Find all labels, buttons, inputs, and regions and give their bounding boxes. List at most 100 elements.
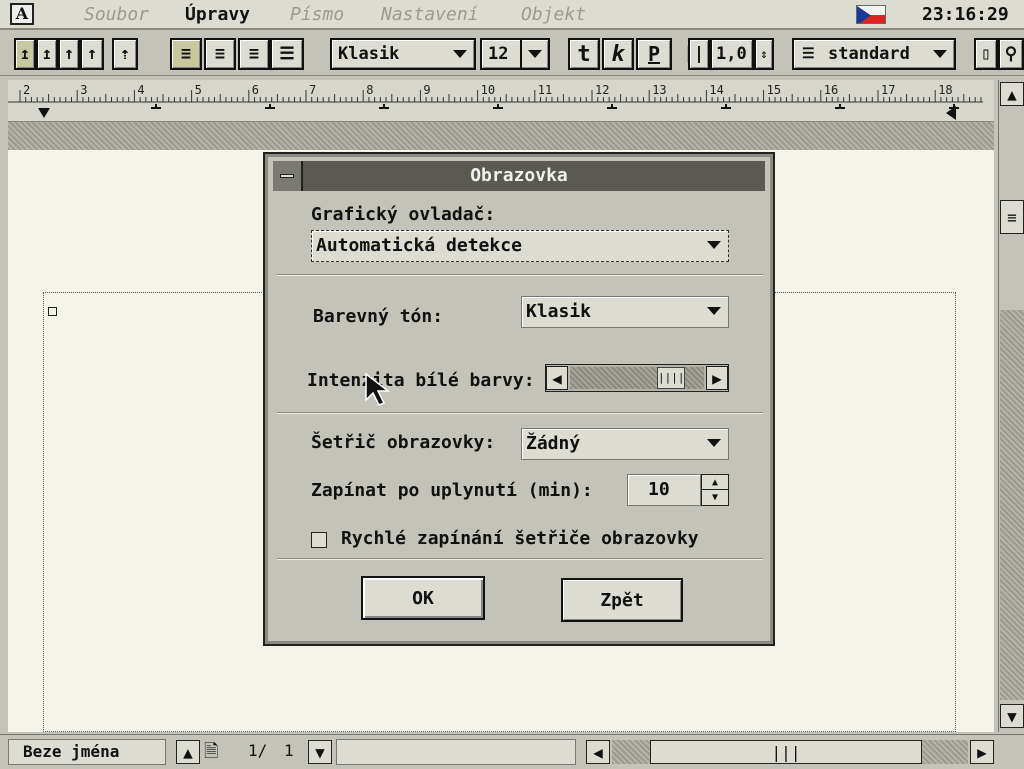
graphics-driver-select[interactable]: Automatická detekce <box>311 230 729 262</box>
page-up-icon[interactable]: ▲ <box>176 740 200 764</box>
paragraph-top-icon[interactable]: ⇡ <box>112 38 138 70</box>
page-margin-area <box>8 122 994 150</box>
zoom-icon[interactable]: ⚲ <box>998 38 1024 70</box>
align-center-icon[interactable]: ≡ <box>204 38 236 70</box>
ruler-number: 3 <box>80 83 87 97</box>
font-name-select[interactable]: Klasik <box>330 38 476 70</box>
delay-stepper[interactable]: ▲ ▼ <box>701 474 729 506</box>
ruler-number: 8 <box>366 83 373 97</box>
back-button[interactable]: Zpět <box>561 578 683 622</box>
slider-track[interactable]: |||| <box>570 367 704 389</box>
scroll-down-icon[interactable]: ▼ <box>1000 704 1024 728</box>
font-size-select[interactable]: 12 <box>480 38 550 70</box>
menu-soubor[interactable]: Soubor <box>84 4 149 25</box>
chevron-down-icon[interactable] <box>700 231 728 259</box>
ruler-number: 6 <box>252 83 259 97</box>
ruler-number: 12 <box>595 83 609 97</box>
toolbar: ↥ ↥ ↑ ↑ ⇡ ≡ ≡ ≡ ☰ Klasik 12 t k P ||| 1,… <box>0 32 1024 76</box>
align-top4-icon[interactable]: ↑ <box>80 38 104 70</box>
ruler-number: 10 <box>481 83 495 97</box>
slider-left-icon[interactable]: ◀ <box>546 366 568 390</box>
delay-input[interactable]: 10 <box>627 474 701 506</box>
tab-stop-marker[interactable] <box>151 104 161 109</box>
menu-nastaveni[interactable]: Nastavení <box>381 4 479 25</box>
stepper-down-icon[interactable]: ▼ <box>702 490 728 505</box>
clock: 23:16:29 <box>922 4 1009 25</box>
line-spacing-value[interactable]: 1,0 <box>710 38 754 70</box>
app-icon[interactable]: A <box>10 3 34 25</box>
dialog-title[interactable]: Obrazovka <box>273 161 765 191</box>
tab-stop-marker[interactable] <box>379 104 389 109</box>
scroll-track[interactable] <box>1000 310 1024 700</box>
chevron-down-icon[interactable] <box>520 40 548 68</box>
chevron-down-icon[interactable] <box>700 297 728 325</box>
tab-stop-marker[interactable] <box>265 104 275 109</box>
ruler-number: 11 <box>538 83 552 97</box>
scroll-thumb[interactable]: ≡ <box>1000 200 1024 234</box>
vertical-scrollbar[interactable]: ▲ ≡ ▼ <box>998 80 1024 732</box>
scroll-left-icon[interactable]: ◀ <box>586 740 610 764</box>
page-view-icon[interactable]: ▯ <box>974 38 998 70</box>
align-left-icon[interactable]: ≡ <box>170 38 202 70</box>
chevron-down-icon[interactable] <box>700 429 728 457</box>
font-name-value: Klasik <box>338 44 400 64</box>
status-bar: Beze jména ▲ 🗎 1/ 1 ▼ ◀ ||| ▶ <box>0 734 1024 768</box>
page-down-icon[interactable]: ▼ <box>308 740 332 764</box>
align-top-icon[interactable]: ↥ <box>14 38 36 70</box>
menu-pismo[interactable]: Písmo <box>290 4 344 25</box>
text-frame-handle[interactable] <box>48 307 57 316</box>
ruler-number: 7 <box>309 83 316 97</box>
white-intensity-slider[interactable]: ◀ |||| ▶ <box>545 364 729 392</box>
align-top3-icon[interactable]: ↑ <box>58 38 80 70</box>
stepper-up-icon[interactable]: ▲ <box>702 475 728 490</box>
screensaver-select[interactable]: Žádný <box>521 428 729 460</box>
ruler-number: 17 <box>881 83 895 97</box>
slider-thumb[interactable]: |||| <box>657 367 685 389</box>
bold-button[interactable]: t <box>568 38 600 70</box>
align-right-icon[interactable]: ≡ <box>238 38 270 70</box>
ruler-number: 18 <box>938 83 952 97</box>
screensaver-label: Šetřič obrazovky: <box>311 432 496 453</box>
color-tone-select[interactable]: Klasik <box>521 296 729 328</box>
align-justify-icon[interactable]: ☰ <box>270 38 304 70</box>
ruler-number: 4 <box>137 83 144 97</box>
delay-label: Zapínat po uplynutí (min): <box>311 480 593 501</box>
menu-upravy[interactable]: Úpravy <box>185 4 250 25</box>
ruler[interactable]: 2 3 4 5 6 7 8 9 10 11 12 13 14 15 16 17 18 <box>8 80 994 122</box>
czech-flag-icon[interactable] <box>856 5 886 24</box>
scroll-up-icon[interactable]: ▲ <box>1000 82 1024 106</box>
horizontal-scroll-thumb[interactable]: ||| <box>650 740 922 764</box>
font-size-value: 12 <box>488 44 509 64</box>
ruler-number: 16 <box>824 83 838 97</box>
ok-button[interactable]: OK <box>361 576 485 620</box>
menu-bar: A Soubor Úpravy Písmo Nastavení Objekt 2… <box>0 0 1024 30</box>
tab-stop-marker[interactable] <box>949 104 959 109</box>
tab-stop-marker[interactable] <box>493 104 503 109</box>
ruler-number: 15 <box>767 83 781 97</box>
style-value: standard <box>828 44 910 64</box>
quick-start-checkbox[interactable] <box>311 532 327 548</box>
color-tone-value: Klasik <box>526 301 592 322</box>
ruler-number: 14 <box>709 83 723 97</box>
chevron-down-icon[interactable] <box>926 40 954 68</box>
scroll-right-icon[interactable]: ▶ <box>970 740 994 764</box>
line-spacing-stepper[interactable]: ⇕ <box>754 38 774 70</box>
tab-stop-marker[interactable] <box>607 104 617 109</box>
italic-button[interactable]: k <box>602 38 634 70</box>
chevron-down-icon[interactable] <box>446 40 474 68</box>
quick-start-label[interactable]: Rychlé zapínání šetřiče obrazovky <box>341 528 699 549</box>
separator <box>277 412 763 414</box>
paragraph-style-icon: ☰ <box>802 46 815 62</box>
tab-stop-marker[interactable] <box>835 104 845 109</box>
menu-objekt[interactable]: Objekt <box>521 4 586 25</box>
screensaver-value: Žádný <box>526 433 581 454</box>
page-icon: 🗎 <box>204 741 219 762</box>
window-menu-icon[interactable] <box>273 161 303 191</box>
ruler-scale: 2 3 4 5 6 7 8 9 10 11 12 13 14 15 16 17 18 <box>8 83 983 120</box>
underline-button[interactable]: P <box>636 38 672 70</box>
slider-right-icon[interactable]: ▶ <box>706 366 728 390</box>
align-top2-icon[interactable]: ↥ <box>36 38 58 70</box>
left-margin-marker[interactable] <box>38 108 50 118</box>
tab-stop-marker[interactable] <box>721 104 731 109</box>
style-select[interactable]: ☰ standard <box>792 38 956 70</box>
